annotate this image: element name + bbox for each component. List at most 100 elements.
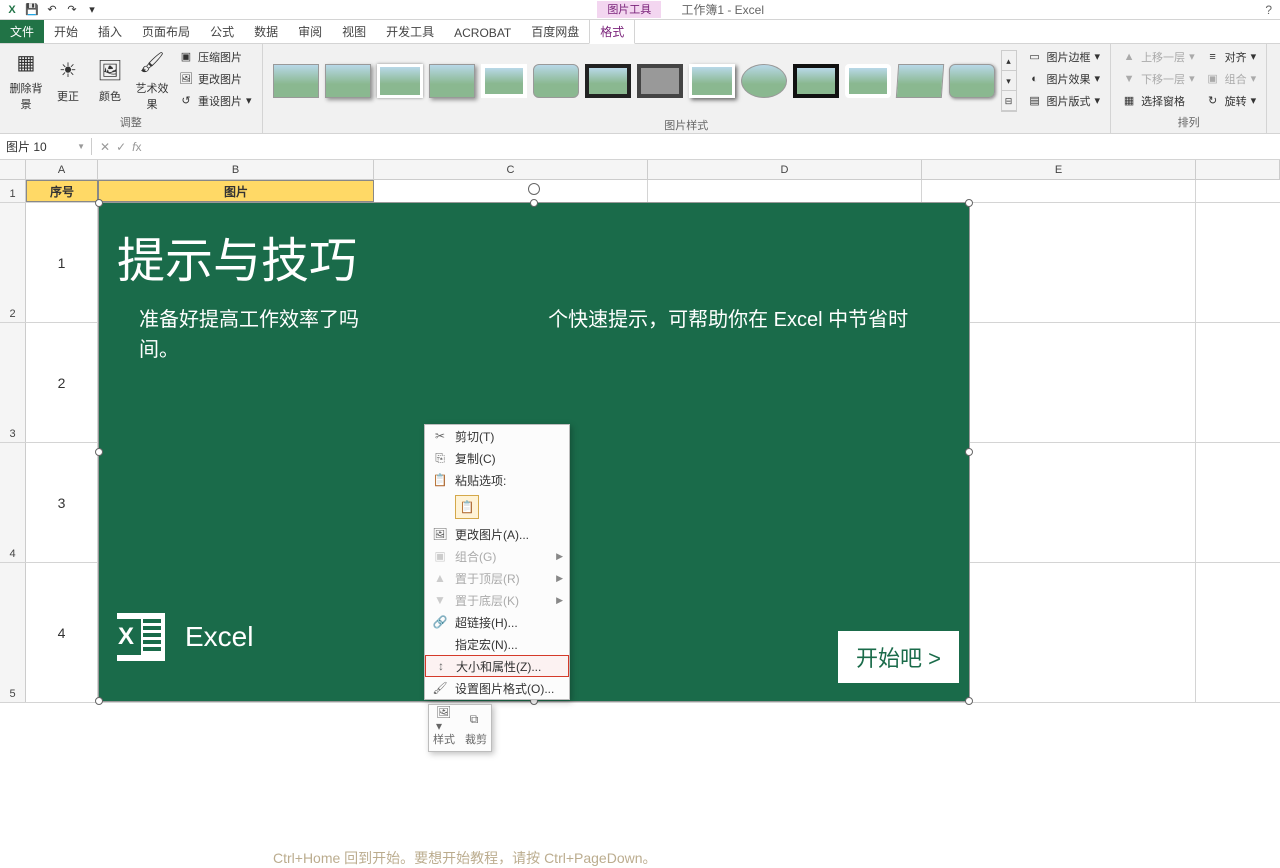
resize-handle-tm[interactable] — [530, 199, 538, 207]
name-box-dropdown-icon[interactable]: ▼ — [77, 142, 85, 151]
help-button[interactable]: ? — [1257, 3, 1280, 17]
scroll-up-icon[interactable]: ▴ — [1002, 51, 1016, 71]
cm-size-properties[interactable]: ↕大小和属性(Z)... — [425, 655, 569, 677]
style-thumb[interactable] — [949, 64, 995, 98]
row-header-2[interactable]: 2 — [0, 203, 26, 322]
style-thumb[interactable] — [429, 64, 475, 98]
cell-b1[interactable]: 图片 — [98, 180, 374, 202]
col-header-a[interactable]: A — [26, 160, 98, 179]
resize-handle-mr[interactable] — [965, 448, 973, 456]
tab-review[interactable]: 审阅 — [288, 20, 332, 43]
select-all-corner[interactable] — [0, 160, 26, 179]
remove-background-button[interactable]: ▦ 删除背景 — [6, 46, 46, 112]
style-thumb[interactable] — [481, 64, 527, 98]
cell-a2[interactable]: 1 — [26, 203, 98, 322]
gallery-scroll[interactable]: ▴▾⊟ — [1001, 50, 1017, 112]
mini-style-button[interactable]: 🖼▾ — [436, 709, 456, 729]
rotate-button[interactable]: ↻旋转 ▾ — [1201, 90, 1261, 111]
resize-handle-ml[interactable] — [95, 448, 103, 456]
style-thumb[interactable] — [689, 64, 735, 98]
picture-styles-gallery[interactable]: ▴▾⊟ — [269, 46, 1021, 116]
tab-insert[interactable]: 插入 — [88, 20, 132, 43]
rotate-handle[interactable] — [528, 183, 540, 195]
reset-picture-button[interactable]: ↺重设图片 ▾ — [174, 90, 256, 111]
picture-effects-button[interactable]: ◐图片效果 ▾ — [1023, 68, 1105, 89]
cm-format-picture[interactable]: 🖌设置图片格式(O)... — [425, 677, 569, 699]
fx-icon[interactable]: fx — [132, 140, 141, 154]
save-icon[interactable]: 💾 — [24, 2, 40, 18]
accept-icon[interactable]: ✓ — [116, 140, 126, 154]
style-thumb[interactable] — [273, 64, 319, 98]
style-thumb[interactable] — [585, 64, 631, 98]
tab-acrobat[interactable]: ACROBAT — [444, 23, 521, 43]
style-thumb[interactable] — [895, 64, 943, 98]
col-header-b[interactable]: B — [98, 160, 374, 179]
style-thumb[interactable] — [793, 64, 839, 98]
mini-crop-button[interactable]: ⧉ — [464, 709, 484, 729]
align-button[interactable]: ≡对齐 ▾ — [1201, 46, 1261, 67]
tab-view[interactable]: 视图 — [332, 20, 376, 43]
resize-handle-tr[interactable] — [965, 199, 973, 207]
cell-a4[interactable]: 3 — [26, 443, 98, 562]
change-picture-button[interactable]: 🖼更改图片 — [174, 68, 256, 89]
resize-handle-bl[interactable] — [95, 697, 103, 705]
picture-border-button[interactable]: ▭图片边框 ▾ — [1023, 46, 1105, 67]
tab-layout[interactable]: 页面布局 — [132, 20, 200, 43]
style-thumb[interactable] — [637, 64, 683, 98]
tab-developer[interactable]: 开发工具 — [376, 20, 444, 43]
qat-dropdown-icon[interactable]: ▾ — [84, 2, 100, 18]
cm-cut[interactable]: ✂剪切(T) — [425, 425, 569, 447]
cell-c1[interactable] — [374, 180, 648, 202]
style-thumb[interactable] — [741, 64, 787, 98]
cell-a1[interactable]: 序号 — [26, 180, 98, 202]
cell-e1[interactable] — [922, 180, 1196, 202]
col-header-d[interactable]: D — [648, 160, 922, 179]
name-box[interactable]: 图片 10 ▼ — [0, 138, 92, 155]
tab-data[interactable]: 数据 — [244, 20, 288, 43]
row-header-1[interactable]: 1 — [0, 180, 26, 202]
tab-file[interactable]: 文件 — [0, 20, 44, 43]
cell-d1[interactable] — [648, 180, 922, 202]
cm-change-picture[interactable]: 🖼更改图片(A)... — [425, 523, 569, 545]
corrections-button[interactable]: ☀ 更正 — [48, 46, 88, 112]
resize-handle-br[interactable] — [965, 697, 973, 705]
undo-icon[interactable]: ↶ — [44, 2, 60, 18]
style-thumb[interactable] — [845, 64, 891, 98]
picture-layout-button[interactable]: ▤图片版式 ▾ — [1023, 90, 1105, 111]
row-header-3[interactable]: 3 — [0, 323, 26, 442]
cell-a3[interactable]: 2 — [26, 323, 98, 442]
cm-assign-macro[interactable]: 指定宏(N)... — [425, 633, 569, 655]
bring-forward-button[interactable]: ▲上移一层 ▾ — [1117, 46, 1199, 67]
cell-a5[interactable]: 4 — [26, 563, 98, 702]
title-bar: X 💾 ↶ ↷ ▾ 图片工具 工作簿1 - Excel ? — [0, 0, 1280, 20]
tab-formulas[interactable]: 公式 — [200, 20, 244, 43]
start-button[interactable]: 开始吧 > — [838, 631, 959, 683]
style-thumb[interactable] — [325, 64, 371, 98]
group-button[interactable]: ▣组合 ▾ — [1201, 68, 1261, 89]
tab-baidu[interactable]: 百度网盘 — [521, 20, 589, 43]
row-header-4[interactable]: 4 — [0, 443, 26, 562]
tab-format[interactable]: 格式 — [589, 19, 635, 44]
style-thumb[interactable] — [377, 64, 423, 98]
resize-handle-tl[interactable] — [95, 199, 103, 207]
cancel-icon[interactable]: ✕ — [100, 140, 110, 154]
compress-picture-button[interactable]: ▣压缩图片 — [174, 46, 256, 67]
col-header-f[interactable] — [1196, 160, 1280, 179]
cm-hyperlink[interactable]: 🔗超链接(H)... — [425, 611, 569, 633]
redo-icon[interactable]: ↷ — [64, 2, 80, 18]
scroll-down-icon[interactable]: ▾ — [1002, 71, 1016, 91]
selection-pane-button[interactable]: ▦选择窗格 — [1117, 90, 1199, 111]
artistic-effects-button[interactable]: 🖌 艺术效果 — [132, 46, 172, 112]
crop-button[interactable]: ⧉ 裁剪 — [1273, 46, 1280, 112]
style-thumb[interactable] — [533, 64, 579, 98]
expand-icon[interactable]: ⊟ — [1002, 91, 1016, 111]
col-header-c[interactable]: C — [374, 160, 648, 179]
col-header-e[interactable]: E — [922, 160, 1196, 179]
cm-copy[interactable]: ⎘复制(C) — [425, 447, 569, 469]
tab-home[interactable]: 开始 — [44, 20, 88, 43]
send-backward-button[interactable]: ▼下移一层 ▾ — [1117, 68, 1199, 89]
paste-option-button[interactable]: 📋 — [455, 495, 479, 519]
corrections-label: 更正 — [57, 88, 79, 104]
color-button[interactable]: 🖼 颜色 — [90, 46, 130, 112]
row-header-5[interactable]: 5 — [0, 563, 26, 702]
